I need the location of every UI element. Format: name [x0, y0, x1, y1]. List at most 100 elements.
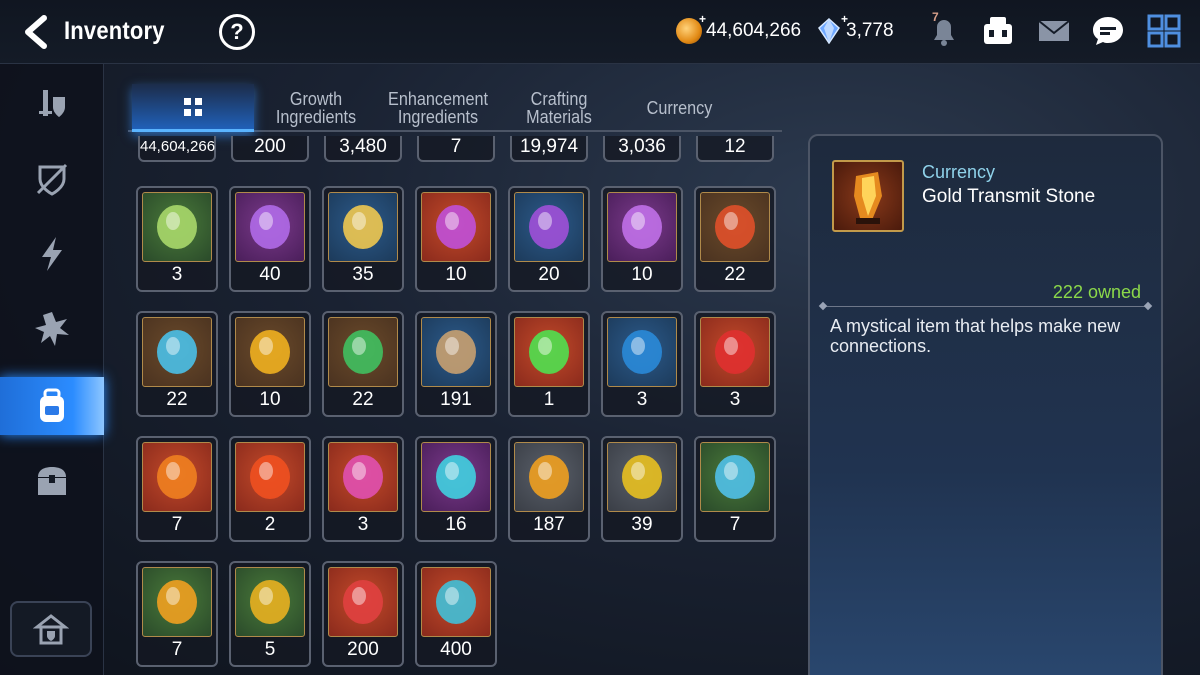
- inventory-slot[interactable]: 400: [415, 561, 497, 667]
- inventory-slot[interactable]: 7: [136, 561, 218, 667]
- red-transmit-stone-icon: [142, 442, 212, 512]
- back-button[interactable]: [18, 12, 54, 52]
- top-bar: Inventory ? + 44,604,266 + 3,778 7: [0, 0, 1200, 64]
- gold-transmit-stone-icon: [832, 160, 904, 232]
- back-arrow-icon: [25, 15, 47, 49]
- inventory-slot-partial[interactable]: 3,036: [603, 136, 681, 162]
- item-count: 5: [264, 639, 276, 660]
- sidebar-item-energy[interactable]: [0, 225, 104, 283]
- inventory-slot[interactable]: 7: [694, 436, 776, 542]
- item-count: 200: [347, 639, 379, 660]
- inventory-slot[interactable]: 39: [601, 436, 683, 542]
- storage-house-button[interactable]: [10, 601, 92, 657]
- tab-label: Enhancement Ingredients: [388, 89, 488, 127]
- inventory-slot-partial[interactable]: 7: [417, 136, 495, 162]
- moon-oval-rune-icon: [607, 192, 677, 262]
- inventory-slot[interactable]: 2: [229, 436, 311, 542]
- crystal-resource[interactable]: + 3,778: [816, 12, 894, 47]
- blue-shard-icon: [421, 567, 491, 637]
- lightning-icon: [42, 237, 62, 271]
- green-eye-gem-icon: [514, 317, 584, 387]
- gold-coin-icon: +: [676, 12, 706, 44]
- item-count: 1: [543, 389, 555, 410]
- item-description: A mystical item that helps make new conn…: [830, 316, 1121, 356]
- inventory-slot-partial[interactable]: 200: [231, 136, 309, 162]
- item-count: 39: [631, 514, 653, 535]
- inventory-slot[interactable]: 10: [229, 311, 311, 417]
- inventory-slot-partial[interactable]: 44,604,266: [138, 136, 216, 162]
- green-earth-rune-icon: [328, 317, 398, 387]
- inventory-slot[interactable]: 10: [415, 186, 497, 292]
- inventory-slot[interactable]: 3: [322, 436, 404, 542]
- help-button[interactable]: ?: [219, 14, 255, 50]
- pink-potion-icon: [328, 442, 398, 512]
- page-title: Inventory: [64, 17, 165, 45]
- purple-cross-stone-icon: [421, 442, 491, 512]
- burst-icon: [35, 312, 69, 346]
- red-fire-rune-icon: [700, 192, 770, 262]
- hero-portrait-icon: [142, 192, 212, 262]
- item-count: 7: [729, 514, 741, 535]
- team-button[interactable]: [980, 14, 1016, 48]
- crystal-amount: 3,778: [846, 20, 894, 41]
- chat-button[interactable]: [1090, 14, 1126, 48]
- mail-button[interactable]: [1036, 14, 1072, 48]
- inventory-slot-partial[interactable]: 19,974: [510, 136, 588, 162]
- inventory-slot[interactable]: 200: [322, 561, 404, 667]
- sidebar-item-equipment[interactable]: [0, 76, 104, 134]
- grey-transmit-stone-icon: [514, 442, 584, 512]
- inventory-slot-partial[interactable]: 3,480: [324, 136, 402, 162]
- inventory-slot[interactable]: 22: [694, 186, 776, 292]
- inventory-slot[interactable]: 10: [601, 186, 683, 292]
- sidebar-item-skills[interactable]: [0, 300, 104, 358]
- tab-growth-ingredients[interactable]: Growth Ingredients: [258, 84, 374, 132]
- white-transmit-stone-icon: [142, 567, 212, 637]
- moon-pentagon-rune-icon: [421, 192, 491, 262]
- team-icon: [984, 17, 1012, 44]
- inventory-slot[interactable]: 1: [508, 311, 590, 417]
- crystal-icon: +: [816, 12, 848, 45]
- item-count: 191: [440, 389, 472, 410]
- inventory-slot[interactable]: 20: [508, 186, 590, 292]
- inventory-slot[interactable]: 40: [229, 186, 311, 292]
- item-count: 40: [259, 264, 281, 285]
- inventory-slot[interactable]: 3: [601, 311, 683, 417]
- tab-currency[interactable]: Currency: [624, 84, 736, 132]
- tab-crafting-materials[interactable]: Crafting Materials: [508, 84, 610, 132]
- sidebar-item-artifacts[interactable]: [0, 150, 104, 208]
- tab-all[interactable]: [132, 84, 254, 132]
- house-icon: [33, 614, 69, 645]
- item-name: Gold Transmit Stone: [922, 186, 1096, 207]
- item-owned-count: 222 owned: [1052, 282, 1141, 302]
- inventory-slot[interactable]: 3: [694, 311, 776, 417]
- notification-count: 7: [932, 10, 939, 24]
- shield-crossed-icon: [36, 163, 68, 196]
- red-hexagon-gem-icon: [700, 317, 770, 387]
- gold-resource[interactable]: + 44,604,266: [676, 12, 801, 47]
- sidebar-item-chests[interactable]: [0, 452, 104, 510]
- category-sidebar: [0, 64, 104, 675]
- inventory-slot-partial[interactable]: 12: [696, 136, 774, 162]
- inventory-slot[interactable]: 187: [508, 436, 590, 542]
- chat-icon: [1093, 17, 1123, 45]
- inventory-slot[interactable]: 7: [136, 436, 218, 542]
- moon-triangle-rune-icon: [514, 192, 584, 262]
- inventory-slot[interactable]: 191: [415, 311, 497, 417]
- green-cross-stone-icon: [700, 442, 770, 512]
- menu-button[interactable]: [1146, 14, 1182, 48]
- sword-shield-icon: [39, 90, 65, 117]
- item-count: 7: [171, 639, 183, 660]
- notification-button[interactable]: 7: [926, 10, 962, 48]
- purple-flower-icon: [235, 192, 305, 262]
- inventory-slot[interactable]: 5: [229, 561, 311, 667]
- category-tabs: Growth Ingredients Enhancement Ingredien…: [128, 84, 782, 132]
- sidebar-item-inventory[interactable]: [0, 377, 104, 435]
- tab-enhancement-ingredients[interactable]: Enhancement Ingredients: [378, 84, 498, 132]
- item-count: 187: [533, 514, 565, 535]
- inventory-slot[interactable]: 16: [415, 436, 497, 542]
- inventory-slot[interactable]: 22: [136, 311, 218, 417]
- inventory-slot[interactable]: 3: [136, 186, 218, 292]
- inventory-slot[interactable]: 35: [322, 186, 404, 292]
- item-detail-panel: Currency Gold Transmit Stone 222 owned A…: [808, 134, 1163, 675]
- inventory-slot[interactable]: 22: [322, 311, 404, 417]
